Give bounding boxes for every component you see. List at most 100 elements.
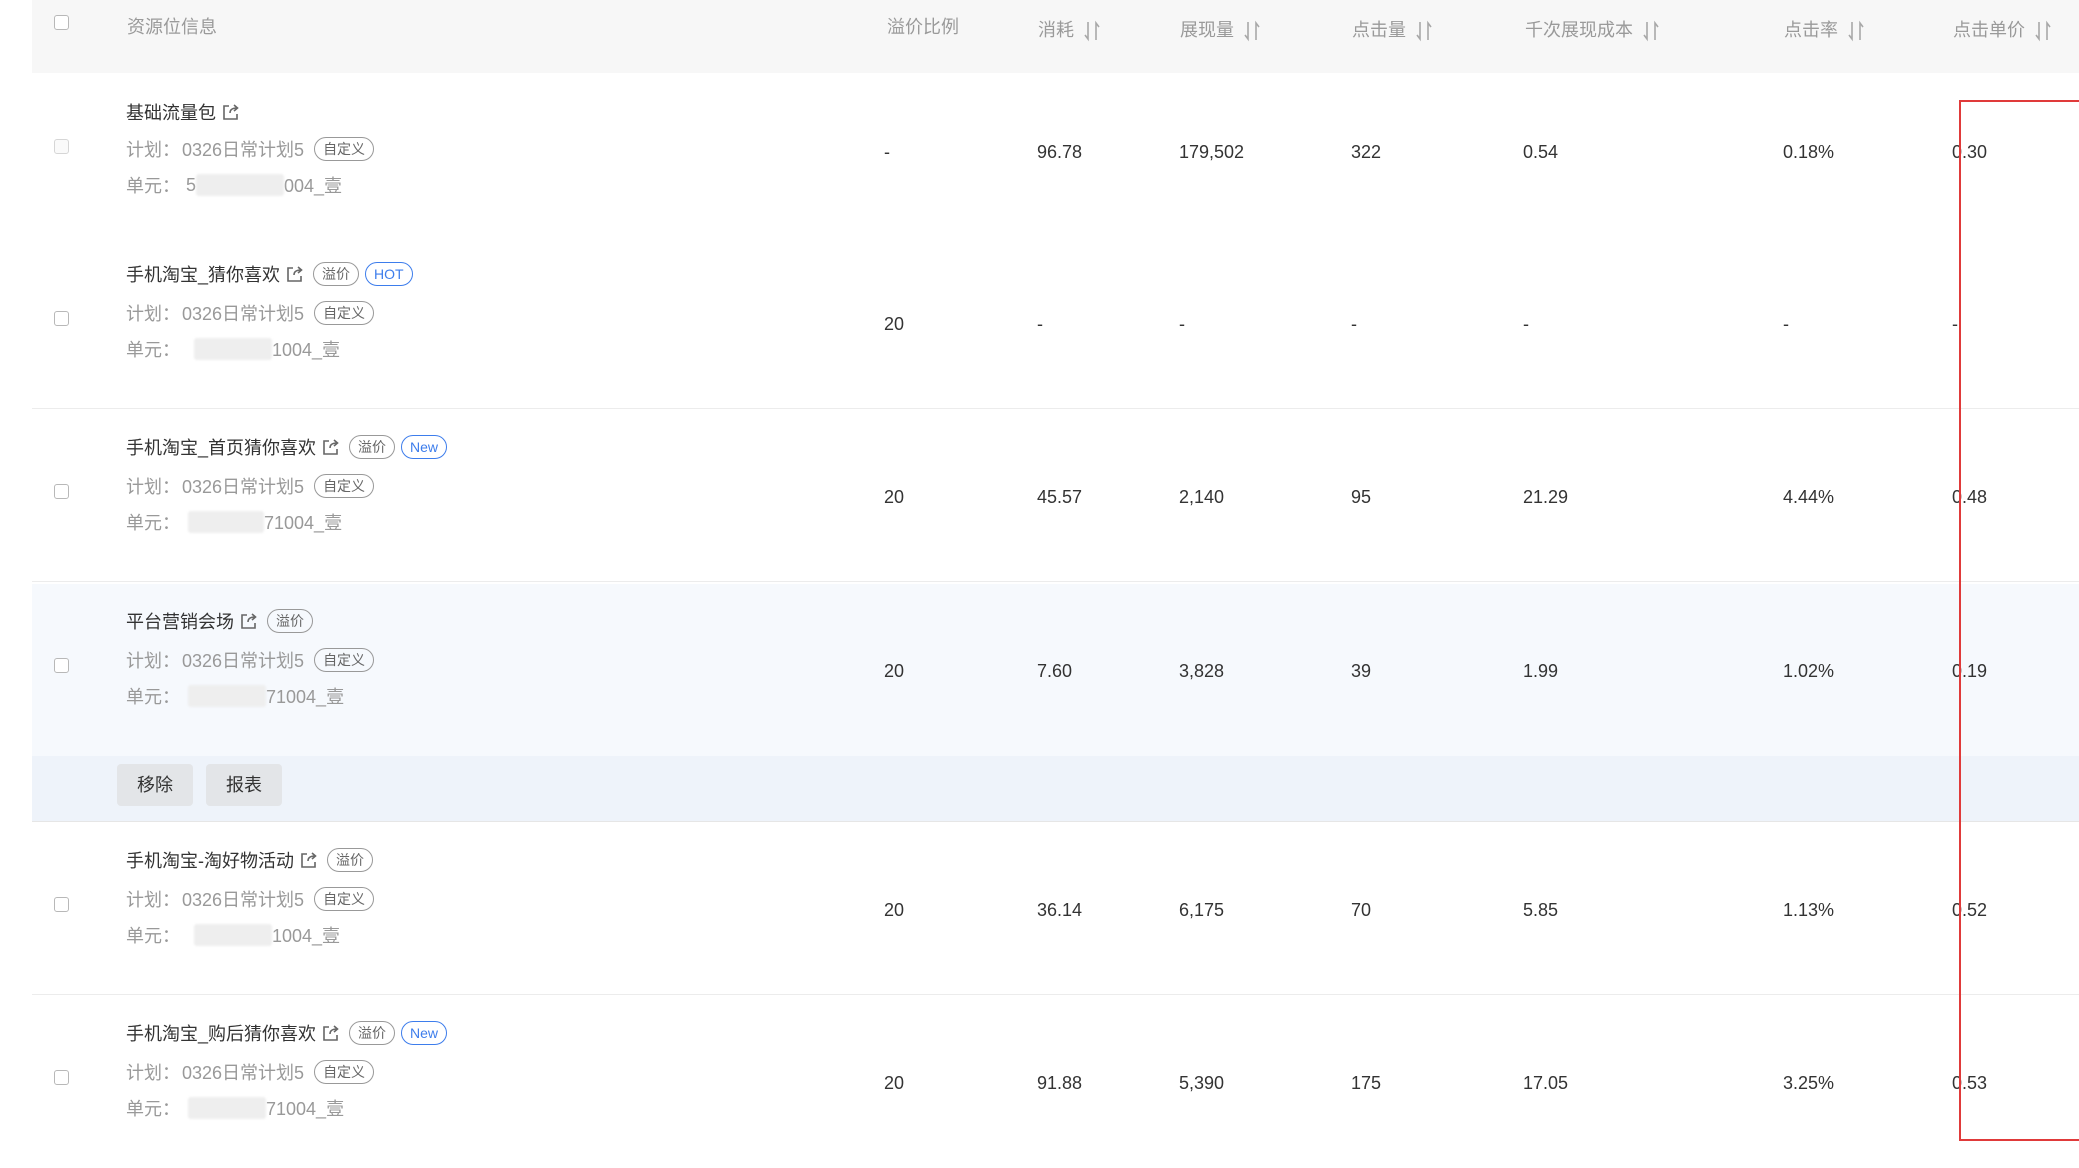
- table-row-selected[interactable]: 平台营销会场 溢价 计划： 0326日常计划5 自定义 单元： 71004_壹 …: [32, 584, 2079, 756]
- redacted-block: [188, 1097, 266, 1119]
- resource-name-line: 手机淘宝_猜你喜欢 溢价 HOT: [126, 261, 413, 287]
- cell-ctr: 4.44%: [1783, 487, 1835, 507]
- sort-icon[interactable]: [1643, 20, 1659, 42]
- redacted-block: [196, 174, 285, 196]
- cell-cost: -: [1037, 314, 1043, 334]
- redacted-block: [188, 685, 266, 707]
- unit-line: 单元： 71004_壹: [126, 683, 344, 709]
- table-row[interactable]: 手机淘宝-淘好物活动 溢价 计划： 0326日常计划5 自定义 单元： 1004…: [32, 823, 2079, 995]
- external-link-icon[interactable]: [239, 612, 258, 631]
- cell-clicks: 175: [1351, 1073, 1382, 1093]
- cell-premium: 20: [884, 487, 905, 507]
- custom-tag: 自定义: [314, 648, 375, 672]
- sort-icon[interactable]: [1084, 20, 1100, 42]
- unit-label: 单元：: [126, 340, 180, 360]
- row-checkbox[interactable]: [54, 484, 69, 499]
- table-row[interactable]: 基础流量包 计划： 0326日常计划5 自定义 单元： 5 004_壹 - 96…: [32, 73, 2079, 245]
- plan-value[interactable]: 0326日常计划5: [182, 886, 304, 912]
- cell-impressions: 5,390: [1179, 1073, 1225, 1093]
- select-all-checkbox[interactable]: [54, 15, 69, 30]
- sort-icon[interactable]: [1416, 20, 1432, 42]
- sort-icon[interactable]: [1848, 20, 1864, 42]
- plan-line: 计划： 0326日常计划5 自定义: [126, 473, 375, 499]
- unit-label: 单元：: [126, 1099, 180, 1119]
- unit-value-tail: 1004_壹: [272, 926, 341, 946]
- cell-cost: 45.57: [1037, 487, 1083, 507]
- cell-cpm: 5.85: [1523, 900, 1559, 920]
- resource-name-line: 平台营销会场 溢价: [126, 608, 313, 634]
- plan-value[interactable]: 0326日常计划5: [182, 647, 304, 673]
- cell-cpm: 17.05: [1523, 1073, 1569, 1093]
- external-link-icon[interactable]: [221, 103, 240, 122]
- cell-clicks: -: [1351, 314, 1357, 334]
- cell-impressions: 179,502: [1179, 142, 1245, 162]
- cell-cpc: 0.48: [1952, 487, 1988, 507]
- header-clicks-label: 点击量: [1352, 20, 1406, 40]
- plan-label: 计划：: [126, 890, 180, 910]
- cell-ctr: 1.13%: [1783, 900, 1835, 920]
- header-impressions[interactable]: 展现量: [1180, 0, 1260, 60]
- cell-cpc: 0.19: [1952, 661, 1988, 681]
- resource-name: 手机淘宝_首页猜你喜欢: [126, 438, 317, 458]
- cell-premium: 20: [884, 1073, 905, 1093]
- cell-cpm: -: [1523, 314, 1529, 334]
- cell-impressions: -: [1179, 314, 1185, 334]
- cell-impressions: 2,140: [1179, 487, 1225, 507]
- external-link-icon[interactable]: [299, 851, 318, 870]
- premium-tag: 溢价: [349, 1021, 396, 1045]
- resource-name-line: 基础流量包: [126, 99, 240, 125]
- plan-value[interactable]: 0326日常计划5: [182, 300, 304, 326]
- hot-tag: HOT: [365, 262, 413, 286]
- cell-ctr: 1.02%: [1783, 661, 1835, 681]
- table-row[interactable]: 手机淘宝_首页猜你喜欢 溢价 New 计划： 0326日常计划5 自定义 单元：…: [32, 410, 2079, 582]
- external-link-icon[interactable]: [321, 1024, 340, 1043]
- resource-name: 手机淘宝_猜你喜欢: [126, 265, 281, 285]
- custom-tag: 自定义: [314, 301, 375, 325]
- unit-label: 单元：: [126, 926, 180, 946]
- redacted-block: [194, 924, 272, 946]
- unit-label: 单元：: [126, 176, 180, 196]
- sort-icon[interactable]: [1244, 20, 1260, 42]
- remove-button[interactable]: 移除: [117, 764, 193, 806]
- row-checkbox[interactable]: [54, 658, 69, 673]
- unit-value-tail: 004_壹: [284, 176, 343, 196]
- custom-tag: 自定义: [314, 887, 375, 911]
- header-cpc-label: 点击单价: [1953, 20, 2025, 40]
- plan-value[interactable]: 0326日常计划5: [182, 473, 304, 499]
- row-checkbox[interactable]: [54, 897, 69, 912]
- redacted-block: [188, 511, 264, 533]
- table-row[interactable]: 手机淘宝_购后猜你喜欢 溢价 New 计划： 0326日常计划5 自定义 单元：…: [32, 996, 2079, 1168]
- external-link-icon[interactable]: [285, 265, 304, 284]
- header-ctr[interactable]: 点击率: [1784, 0, 1864, 60]
- cell-cost: 91.88: [1037, 1073, 1083, 1093]
- cell-cpc: 0.53: [1952, 1073, 1988, 1093]
- cell-ctr: -: [1783, 314, 1789, 334]
- header-cpm[interactable]: 千次展现成本: [1525, 0, 1659, 60]
- header-cost[interactable]: 消耗: [1038, 0, 1100, 60]
- resource-name: 基础流量包: [126, 103, 216, 123]
- plan-value[interactable]: 0326日常计划5: [182, 1059, 304, 1085]
- plan-value[interactable]: 0326日常计划5: [182, 136, 304, 162]
- premium-tag: 溢价: [313, 262, 360, 286]
- external-link-icon[interactable]: [321, 438, 340, 457]
- header-clicks[interactable]: 点击量: [1352, 0, 1432, 60]
- plan-label: 计划：: [126, 651, 180, 671]
- cell-cpc: -: [1952, 314, 1958, 334]
- cell-cpc: 0.52: [1952, 900, 1988, 920]
- header-cost-label: 消耗: [1038, 20, 1074, 40]
- table-row[interactable]: 手机淘宝_猜你喜欢 溢价 HOT 计划： 0326日常计划5 自定义 单元： 1…: [32, 237, 2079, 409]
- resource-name: 手机淘宝-淘好物活动: [126, 851, 294, 871]
- row-checkbox[interactable]: [54, 1070, 69, 1085]
- row-action-bar: 移除 报表: [32, 756, 2079, 822]
- row-checkbox[interactable]: [54, 311, 69, 326]
- premium-tag: 溢价: [327, 848, 373, 872]
- row-checkbox[interactable]: [54, 139, 69, 154]
- sort-icon[interactable]: [2035, 20, 2051, 42]
- premium-tag: 溢价: [349, 435, 396, 459]
- unit-value-tail: 71004_壹: [264, 513, 343, 533]
- cell-cpm: 21.29: [1523, 487, 1569, 507]
- header-cpc[interactable]: 点击单价: [1953, 0, 2051, 60]
- premium-tag: 溢价: [267, 609, 313, 633]
- resource-name-line: 手机淘宝_购后猜你喜欢 溢价 New: [126, 1020, 448, 1046]
- report-button[interactable]: 报表: [206, 764, 282, 806]
